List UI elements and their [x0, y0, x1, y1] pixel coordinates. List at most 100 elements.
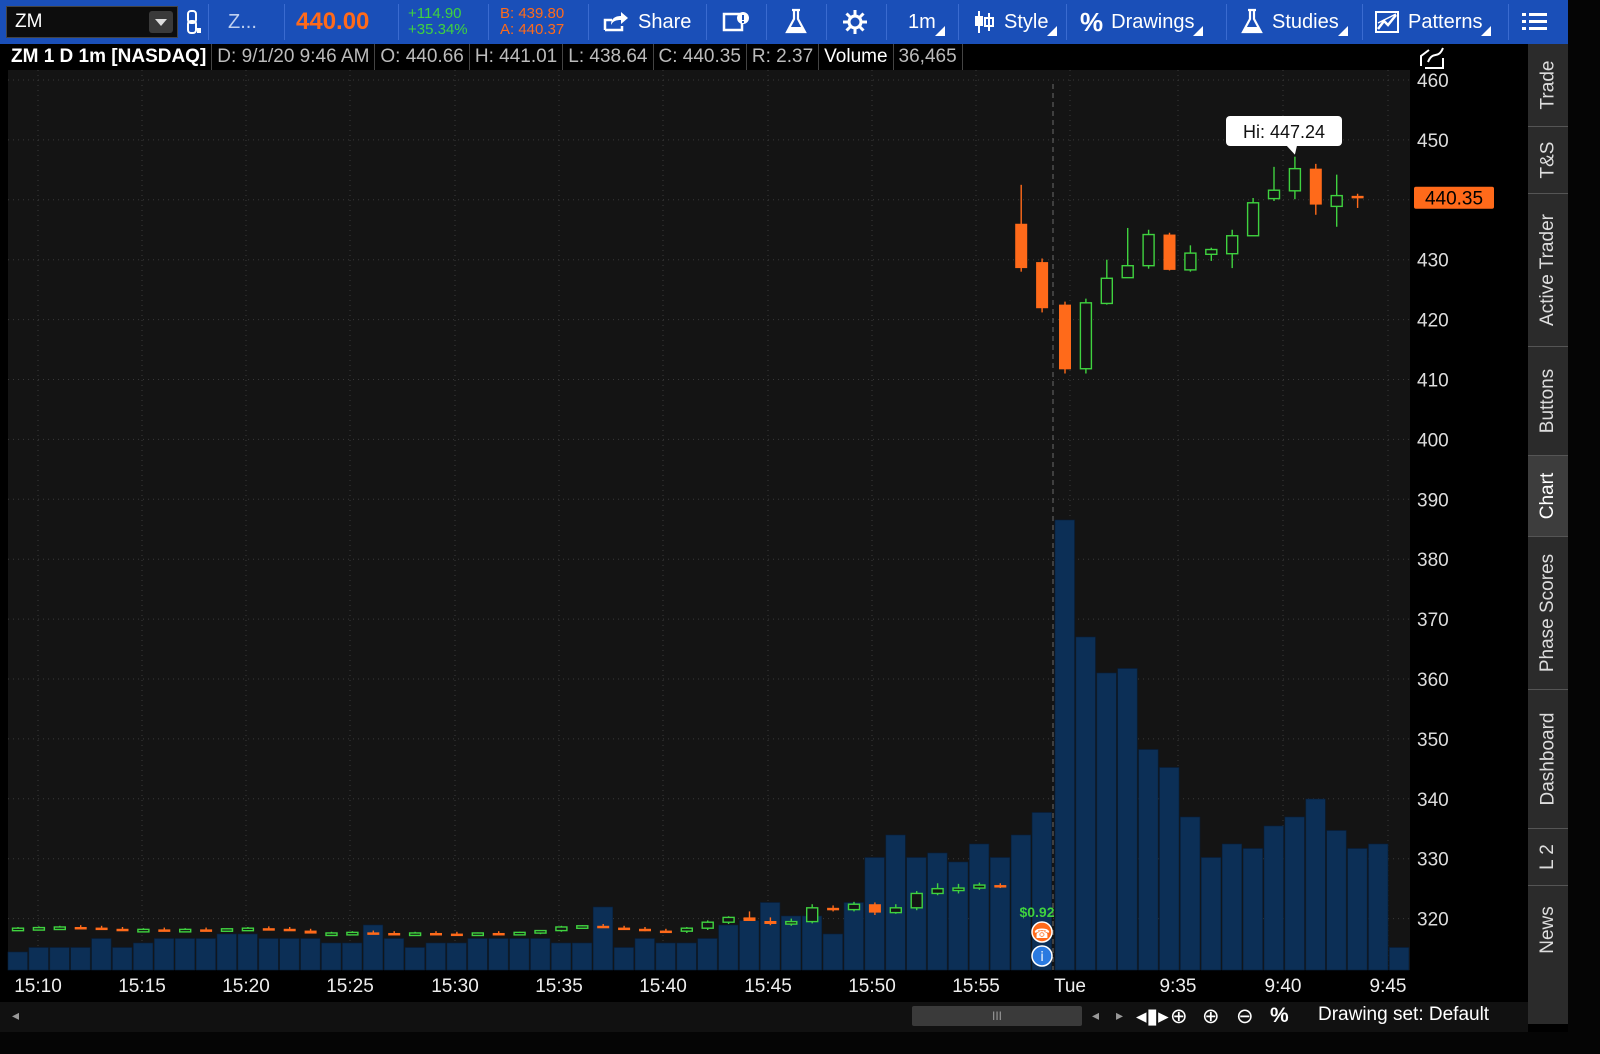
earnings-event-icon[interactable]: ☎ [1031, 921, 1053, 943]
candle-body [994, 885, 1007, 888]
volume-bar [739, 920, 760, 971]
volume-bar [258, 938, 279, 971]
style-button[interactable]: Style [972, 0, 1058, 44]
tab-trade[interactable]: Trade [1528, 44, 1568, 127]
candle [1079, 298, 1093, 374]
candle-body [1246, 202, 1260, 237]
symbol-input[interactable]: ZM [6, 6, 178, 38]
volume-bar [969, 843, 990, 971]
volume-value: 36,465 [893, 44, 963, 70]
candle-body [220, 928, 234, 932]
studies-button[interactable]: Studies [1240, 0, 1348, 44]
bar-low: L: 438.64 [563, 44, 654, 70]
tab-phase-scores[interactable]: Phase Scores [1528, 537, 1568, 690]
candle [701, 920, 714, 930]
volume-bar [530, 938, 551, 971]
chart-header: ZM 1 D 1m [NASDAQ] D: 9/1/20 9:46 AM O: … [6, 44, 963, 70]
candle [137, 928, 150, 933]
price-tick-label: 320 [1417, 910, 1449, 931]
volume-bar [133, 942, 154, 971]
bar-high: H: 441.01 [469, 44, 564, 70]
menu-icon[interactable] [1522, 0, 1548, 44]
drawings-button[interactable]: % Drawings [1080, 0, 1205, 44]
tab-active-trader[interactable]: Active Trader [1528, 194, 1568, 347]
volume-bar [1117, 668, 1138, 971]
tab-dashboard[interactable]: Dashboard [1528, 690, 1568, 829]
symbol-text: ZM [15, 11, 43, 32]
candle-body [701, 921, 714, 929]
info-event-icon[interactable]: i [1031, 945, 1053, 967]
volume-bar [237, 933, 258, 971]
tab-chart[interactable]: Chart [1528, 456, 1568, 537]
time-tick-label: 15:20 [222, 976, 270, 997]
symbol-dropdown-button[interactable] [149, 11, 173, 33]
share-button[interactable]: Share [602, 0, 691, 44]
price-tick-label: 350 [1417, 730, 1449, 751]
time-tick-label: 15:25 [326, 976, 374, 997]
aggregation-button[interactable]: 1m [908, 0, 945, 44]
net-change: +114.90 [408, 5, 462, 22]
zoom-in-icon[interactable]: ⊕ [1202, 1004, 1220, 1029]
bar-close: C: 440.35 [653, 44, 747, 70]
tab-buttons[interactable]: Buttons [1528, 347, 1568, 456]
company-name[interactable]: Z... [228, 0, 257, 44]
drawings-label: Drawings [1111, 10, 1195, 33]
volume-bar [279, 938, 300, 971]
price-chart[interactable]: 4604504404304204104003903803703603503403… [0, 44, 1528, 1002]
scroll-next-icon[interactable]: ▸ [1116, 1007, 1123, 1024]
drawing-set-selector[interactable]: Drawing set: Default [1318, 1004, 1489, 1026]
candle-body [1330, 194, 1343, 208]
candle [346, 931, 359, 936]
chain-link-icon[interactable] [184, 0, 202, 44]
candle-body [430, 932, 442, 936]
dividend-amount: $0.92 [1019, 904, 1054, 920]
flask-icon[interactable] [784, 0, 808, 44]
high-label: Hi: 447.24 [1243, 122, 1325, 142]
volume-bar [1284, 816, 1305, 971]
notes-button[interactable] [722, 0, 750, 44]
scroll-left-icon[interactable]: ◂ [12, 1007, 19, 1024]
volume-bar [216, 933, 237, 971]
candle-body [1225, 235, 1239, 255]
candle-body [555, 926, 568, 932]
volume-bar [467, 938, 488, 971]
candle-body [785, 920, 798, 925]
price-tick-label: 340 [1417, 790, 1449, 811]
candle-body [973, 884, 986, 889]
gear-icon[interactable] [842, 0, 868, 44]
volume-bar [1010, 834, 1032, 971]
expand-horizontal-icon[interactable]: ◂▮▸ [1136, 1004, 1169, 1029]
bid-price: B: 439.80 [500, 5, 565, 22]
last-price: 440.00 [296, 8, 370, 35]
candle [513, 931, 526, 936]
scroll-prev-icon[interactable]: ◂ [1092, 1007, 1099, 1024]
tab-news[interactable]: News [1528, 886, 1568, 974]
volume-bar [1347, 848, 1368, 971]
style-label: Style [1004, 10, 1049, 33]
horizontal-scrollbar[interactable]: III [912, 1006, 1082, 1026]
price-tick-label: 330 [1417, 850, 1449, 871]
candle-body [1121, 264, 1134, 279]
volume-bar [404, 947, 425, 971]
volume-bar [676, 942, 697, 971]
patterns-button[interactable]: Patterns [1374, 0, 1493, 44]
crosshair-icon[interactable]: ⊕ [1170, 1004, 1188, 1029]
tab-level-2[interactable]: L 2 [1528, 829, 1568, 886]
volume-bar [425, 942, 446, 971]
price-tick-label: 410 [1417, 371, 1449, 392]
expand-axis-icon[interactable] [1419, 46, 1449, 70]
candle-body [116, 928, 129, 932]
volume-bar [1305, 798, 1326, 971]
volume-bar [801, 915, 823, 971]
candle-body [659, 930, 672, 934]
candle [555, 925, 568, 932]
last-price-label: 440.35 [1425, 189, 1483, 210]
candle-body [95, 927, 108, 931]
tab-time-and-sales[interactable]: T&S [1528, 127, 1568, 194]
candle-body [1351, 195, 1364, 199]
candle-body [910, 892, 923, 909]
chart-title: ZM 1 D 1m [NASDAQ] [6, 44, 213, 70]
candle-body [806, 907, 819, 923]
zoom-out-icon[interactable]: ⊖ [1236, 1004, 1254, 1029]
percent-icon[interactable]: % [1270, 1004, 1289, 1028]
